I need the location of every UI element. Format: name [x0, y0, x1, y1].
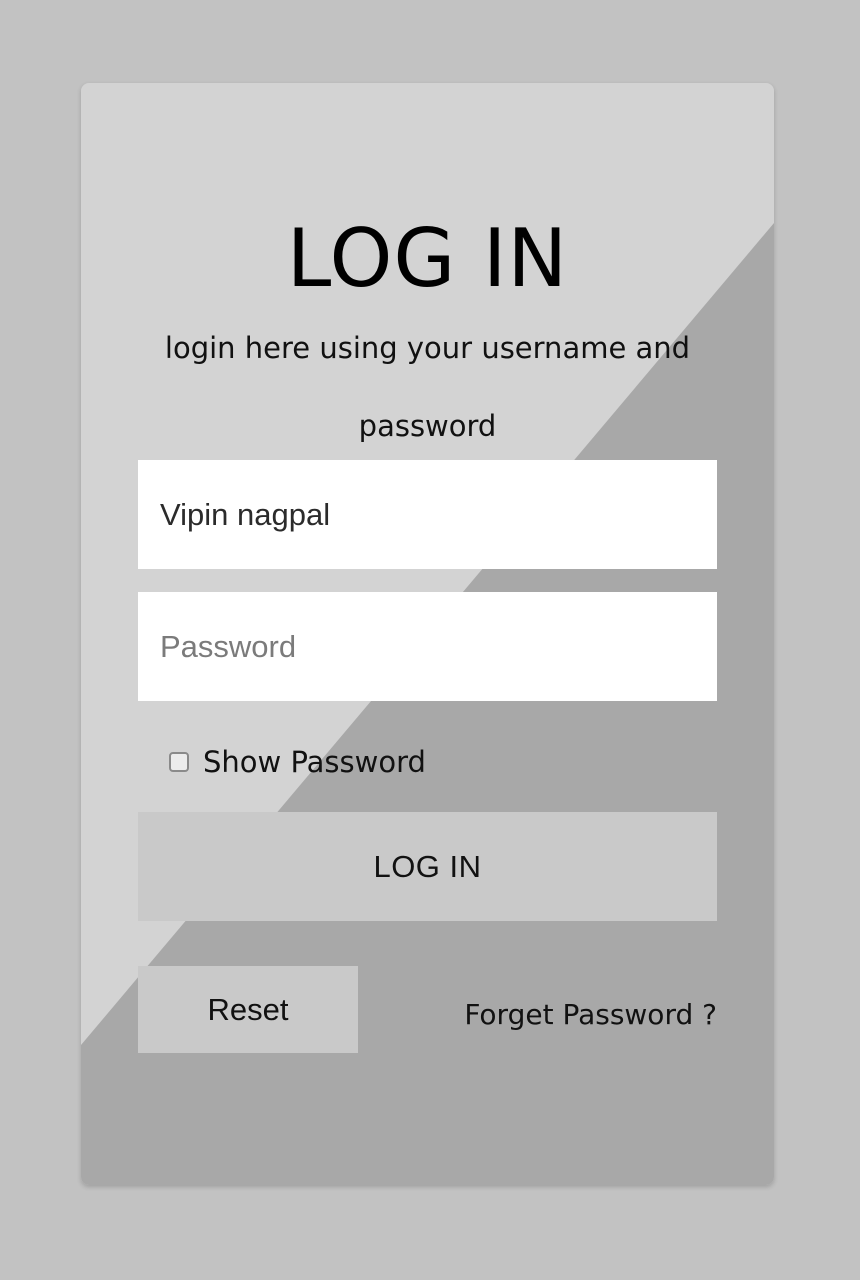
- show-password-toggle[interactable]: Show Password: [169, 745, 426, 779]
- password-input[interactable]: [138, 592, 717, 701]
- login-card: LOG IN login here using your username an…: [81, 83, 774, 1185]
- username-input[interactable]: [138, 460, 717, 569]
- page-title: LOG IN: [286, 212, 569, 305]
- login-subtitle: login here using your username and passw…: [164, 331, 691, 443]
- forget-password-link[interactable]: Forget Password ?: [464, 998, 717, 1031]
- login-button[interactable]: LOG IN: [138, 812, 717, 921]
- reset-button[interactable]: Reset: [138, 966, 358, 1053]
- show-password-checkbox[interactable]: [169, 752, 189, 772]
- show-password-label: Show Password: [203, 745, 426, 779]
